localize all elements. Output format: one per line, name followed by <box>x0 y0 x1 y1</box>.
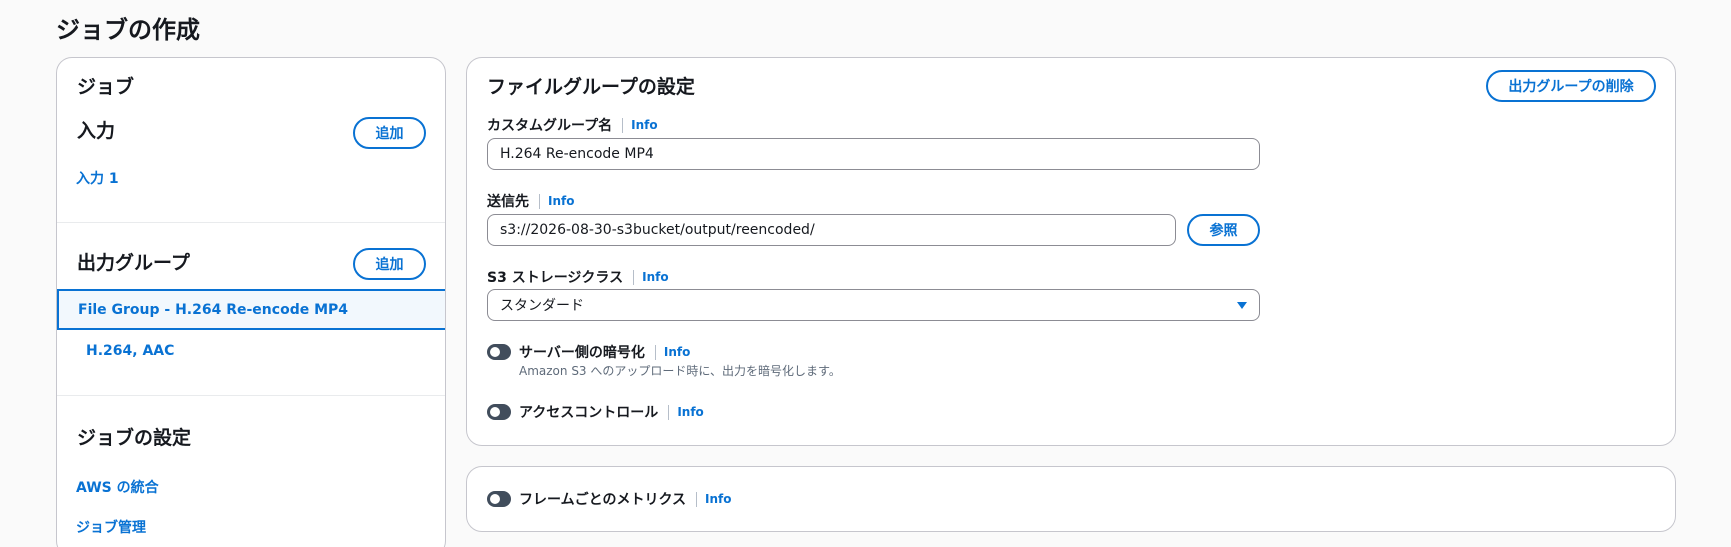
destination-info-link[interactable]: Info <box>548 194 574 208</box>
custom-group-name-label: カスタムグループ名 Info <box>487 115 658 135</box>
access-control-label: アクセスコントロール Info <box>519 402 704 422</box>
divider <box>57 222 445 223</box>
divider <box>57 395 445 396</box>
storage-class-select[interactable]: スタンダード <box>487 289 1260 321</box>
output-groups-heading: 出力グループ <box>77 252 190 274</box>
selected-output-group[interactable]: File Group - H.264 Re-encode MP4 <box>57 289 445 330</box>
job-heading: ジョブ <box>77 76 135 98</box>
job-settings-heading: ジョブの設定 <box>77 427 192 449</box>
separator <box>696 491 698 507</box>
page-title: ジョブの作成 <box>56 16 200 44</box>
custom-group-name-input[interactable]: H.264 Re-encode MP4 <box>487 138 1260 170</box>
frame-metrics-toggle[interactable] <box>487 491 511 507</box>
separator <box>539 193 540 209</box>
frame-metrics-label: フレームごとのメトリクス Info <box>519 489 732 509</box>
storage-class-text: S3 ストレージクラス <box>487 270 624 286</box>
job-navigation-panel: ジョブ 入力 追加 入力 1 出力グループ 追加 File Group - H.… <box>56 57 446 547</box>
separator <box>668 404 670 420</box>
encryption-label: サーバー側の暗号化 Info <box>519 342 690 362</box>
add-output-group-button: 追加 <box>353 248 426 280</box>
custom-group-name-text: カスタムグループ名 <box>487 118 613 134</box>
delete-output-group-button[interactable]: 出力グループの削除 <box>1486 70 1656 102</box>
access-control-text: アクセスコントロール <box>519 405 659 421</box>
access-control-toggle[interactable] <box>487 404 511 420</box>
add-input-button[interactable]: 追加 <box>353 117 426 149</box>
encryption-text: サーバー側の暗号化 <box>519 345 645 361</box>
destination-label: 送信先 Info <box>487 191 574 211</box>
inputs-heading: 入力 <box>77 120 116 142</box>
frame-metrics-card: フレームごとのメトリクス Info <box>466 466 1676 532</box>
encryption-toggle[interactable] <box>487 344 511 360</box>
destination-text: 送信先 <box>487 194 529 210</box>
destination-input[interactable]: s3://2026-08-30-s3bucket/output/reencode… <box>487 214 1176 246</box>
frame-metrics-text: フレームごとのメトリクス <box>519 492 687 508</box>
output-item-h264-aac[interactable]: H.264, AAC <box>86 343 174 359</box>
job-management-link[interactable]: ジョブ管理 <box>76 517 146 537</box>
storage-class-info-link[interactable]: Info <box>642 270 668 284</box>
aws-integration-link[interactable]: AWS の統合 <box>76 477 159 497</box>
separator <box>654 344 656 360</box>
browse-button[interactable]: 参照 <box>1187 214 1260 246</box>
frame-metrics-info-link[interactable]: Info <box>705 492 731 506</box>
storage-class-value: スタンダード <box>500 298 584 314</box>
input-item-1[interactable]: 入力 1 <box>76 168 119 188</box>
encryption-description: Amazon S3 へのアップロード時に、出力を暗号化します。 <box>519 364 841 378</box>
separator <box>633 269 635 285</box>
file-group-settings-card: ファイルグループの設定 出力グループの削除 カスタムグループ名 Info H.2… <box>466 57 1676 446</box>
custom-group-name-info-link[interactable]: Info <box>631 118 657 132</box>
separator <box>622 117 624 133</box>
access-control-info-link[interactable]: Info <box>677 405 703 419</box>
storage-class-label: S3 ストレージクラス Info <box>487 267 669 287</box>
card-title: ファイルグループの設定 <box>487 76 695 98</box>
caret-down-icon <box>1237 301 1247 309</box>
encryption-info-link[interactable]: Info <box>664 345 690 359</box>
